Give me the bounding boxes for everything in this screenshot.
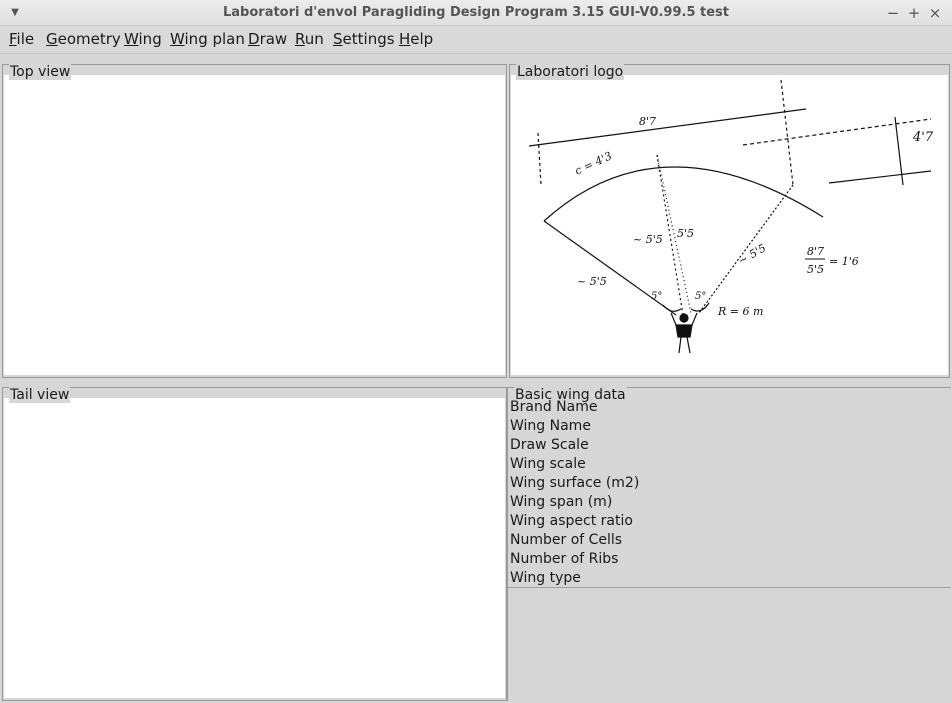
close-button[interactable]: ×	[925, 3, 945, 23]
panel-title: Laboratori logo	[516, 64, 625, 80]
minimize-button[interactable]: −	[883, 3, 903, 23]
logo-canvas: 8'7 c = 4'3 4'7 ~ 5'5 5'5 ~ 5'5 ~ 5'5 5°…	[511, 75, 948, 375]
panel-title: Top view	[9, 64, 72, 80]
logo-annotation: 5'5	[807, 263, 824, 276]
logo-annotation: 5°	[695, 291, 706, 302]
app-window: ▼ Laboratori d'envol Paragliding Design …	[0, 0, 952, 703]
logo-annotation: R = 6 m	[717, 305, 763, 318]
title-bar: ▼ Laboratori d'envol Paragliding Design …	[0, 0, 952, 26]
wing-data-row-wing-span: Wing span (m)	[510, 494, 613, 510]
logo-annotation: 8'7	[807, 245, 824, 258]
tail-view-canvas[interactable]	[4, 398, 505, 698]
wing-data-row-draw-scale: Draw Scale	[510, 437, 589, 453]
wing-data-row-wing-surface: Wing surface (m2)	[510, 475, 640, 491]
paraglider-sketch-logo: 8'7 c = 4'3 4'7 ~ 5'5 5'5 ~ 5'5 ~ 5'5 5°…	[528, 79, 934, 354]
menu-bar: File Geometry Wing Wing plan Draw Run Se…	[0, 26, 952, 54]
menu-help[interactable]: Help	[399, 30, 433, 48]
menu-run[interactable]: Run	[295, 30, 324, 48]
menu-wing-plan[interactable]: Wing plan	[170, 30, 245, 48]
menu-wing[interactable]: Wing	[124, 30, 162, 48]
wing-data-row-number-of-ribs: Number of Ribs	[510, 551, 619, 567]
wing-data-row-wing-scale: Wing scale	[510, 456, 586, 472]
menu-settings[interactable]: Settings	[333, 30, 395, 48]
data-separator	[508, 587, 951, 588]
wing-data-list: Brand Name Wing Name Draw Scale Wing sca…	[510, 398, 950, 588]
logo-annotation: ~ 5'5	[736, 241, 768, 267]
wing-data-row-brand-name: Brand Name	[510, 399, 598, 415]
logo-panel: 8'7 c = 4'3 4'7 ~ 5'5 5'5 ~ 5'5 ~ 5'5 5°…	[509, 64, 950, 378]
logo-annotation: 4'7	[912, 130, 934, 145]
top-view-canvas[interactable]	[4, 75, 505, 375]
menu-geometry[interactable]: Geometry	[46, 30, 121, 48]
maximize-button[interactable]: +	[904, 3, 924, 23]
window-title: Laboratori d'envol Paragliding Design Pr…	[222, 5, 730, 20]
wing-data-row-wing-name: Wing Name	[510, 418, 591, 434]
menu-file[interactable]: File	[9, 30, 34, 48]
logo-annotation: ~ 5'5	[577, 275, 607, 288]
panel-header-strip	[3, 388, 506, 398]
logo-annotation: 5°	[651, 291, 662, 302]
tail-view-panel: Tail view	[2, 387, 507, 701]
logo-annotation: ~ 5'5	[633, 233, 663, 246]
logo-annotation: c = 4'3	[573, 149, 614, 177]
wing-data-row-number-of-cells: Number of Cells	[510, 532, 623, 548]
logo-annotation: = 1'6	[829, 255, 859, 268]
top-view-panel: Top view	[2, 64, 507, 378]
panel-title: Tail view	[9, 387, 71, 403]
menu-draw[interactable]: Draw	[248, 30, 287, 48]
panel-header-strip	[3, 65, 506, 75]
logo-annotation: 5'5	[677, 227, 694, 240]
wing-data-row-aspect-ratio: Wing aspect ratio	[510, 513, 633, 529]
logo-annotation: 8'7	[639, 115, 656, 128]
wing-data-row-wing-type: Wing type	[510, 570, 581, 586]
